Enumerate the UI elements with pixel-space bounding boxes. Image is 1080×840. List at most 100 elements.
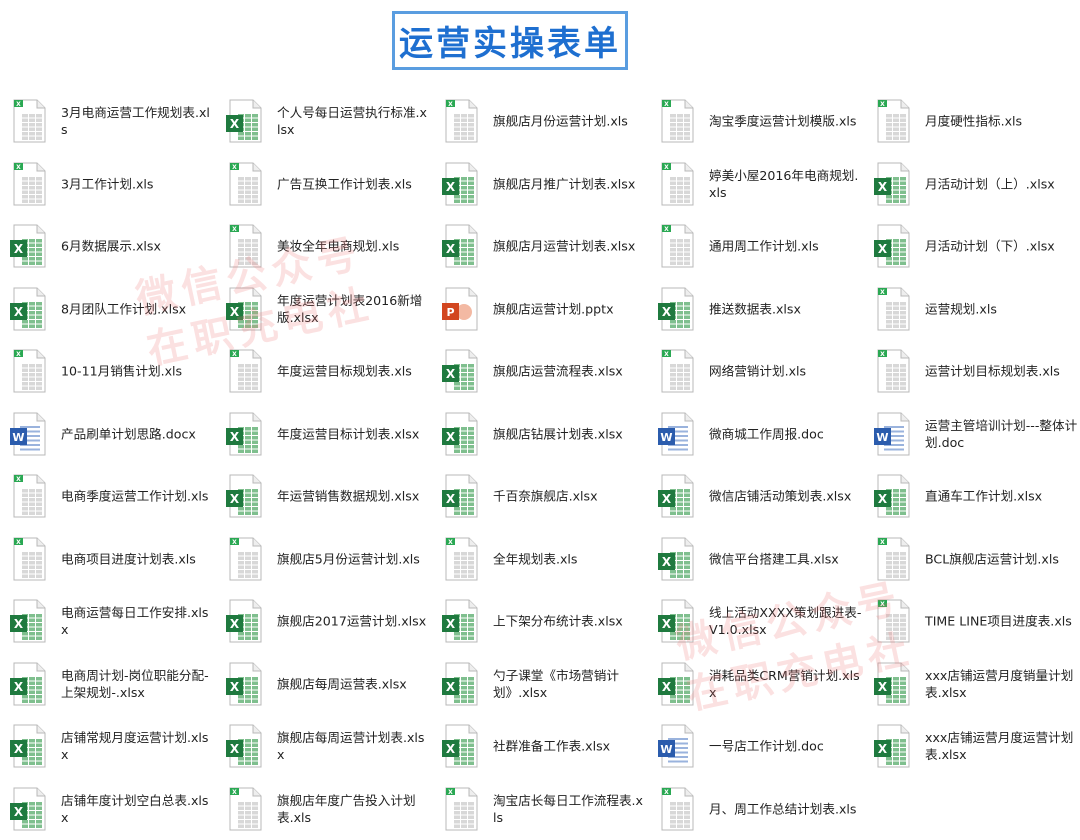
- file-item[interactable]: X上下架分布统计表.xlsx: [432, 590, 648, 653]
- file-item[interactable]: W产品刷单计划思路.docx: [0, 403, 216, 466]
- file-name: 通用周工作计划.xls: [709, 238, 862, 255]
- file-name: 年度运营目标规划表.xls: [277, 363, 430, 380]
- file-item[interactable]: X月活动计划（上）.xlsx: [864, 153, 1080, 216]
- file-item[interactable]: X旗舰店钻展计划表.xlsx: [432, 403, 648, 466]
- svg-text:X: X: [664, 101, 669, 108]
- svg-text:X: X: [880, 539, 885, 546]
- file-item[interactable]: X 3月工作计划.xls: [0, 153, 216, 216]
- file-item[interactable]: X年度运营计划表2016新增版.xlsx: [216, 278, 432, 341]
- file-item[interactable]: X电商运营每日工作安排.xlsx: [0, 590, 216, 653]
- file-item[interactable]: X旗舰店2017运营计划.xlsx: [216, 590, 432, 653]
- file-item[interactable]: X 旗舰店月份运营计划.xls: [432, 90, 648, 153]
- file-item[interactable]: Xxxx店铺运营月度销量计划表.xlsx: [864, 653, 1080, 716]
- file-name: 6月数据展示.xlsx: [61, 238, 214, 255]
- file-item[interactable]: X8月团队工作计划.xlsx: [0, 278, 216, 341]
- file-name: 淘宝季度运营计划模版.xls: [709, 113, 862, 130]
- svg-text:X: X: [446, 680, 456, 694]
- file-item[interactable]: X旗舰店运营流程表.xlsx: [432, 340, 648, 403]
- file-name: 旗舰店运营流程表.xlsx: [493, 363, 646, 380]
- file-item[interactable]: X店铺常规月度运营计划.xlsx: [0, 715, 216, 778]
- file-item[interactable]: X年度运营目标计划表.xlsx: [216, 403, 432, 466]
- file-item[interactable]: X运营规划.xls: [864, 278, 1080, 341]
- file-item[interactable]: X6月数据展示.xlsx: [0, 215, 216, 278]
- file-name: 旗舰店月份运营计划.xls: [493, 113, 646, 130]
- svg-text:X: X: [662, 305, 672, 319]
- file-name: 月、周工作总结计划表.xls: [709, 800, 862, 817]
- svg-text:X: X: [16, 164, 21, 171]
- file-item[interactable]: X旗舰店每周运营计划表.xlsx: [216, 715, 432, 778]
- file-name: 3月工作计划.xls: [61, 175, 214, 192]
- xls-file-icon: X: [10, 98, 48, 144]
- svg-text:X: X: [448, 539, 453, 546]
- file-item[interactable]: X3月电商运营工作规划表.xls: [0, 90, 216, 153]
- file-item[interactable]: X年运营销售数据规划.xlsx: [216, 465, 432, 528]
- excel-file-icon: X: [442, 411, 480, 457]
- file-name: 个人号每日运营执行标准.xlsx: [277, 104, 430, 138]
- file-item[interactable]: X推送数据表.xlsx: [648, 278, 864, 341]
- file-item[interactable]: W运营主管培训计划---整体计划.doc: [864, 403, 1080, 466]
- file-name: 旗舰店每周运营计划表.xlsx: [277, 729, 430, 763]
- file-name: 旗舰店5月份运营计划.xls: [277, 550, 430, 567]
- file-item[interactable]: X旗舰店每周运营表.xlsx: [216, 653, 432, 716]
- xls-file-icon: X: [874, 536, 912, 582]
- file-name: 社群准备工作表.xlsx: [493, 738, 646, 755]
- file-item[interactable]: X勺子课堂《市场营销计划》.xlsx: [432, 653, 648, 716]
- file-item[interactable]: X直通车工作计划.xlsx: [864, 465, 1080, 528]
- excel-file-icon: X: [874, 661, 912, 707]
- file-item[interactable]: X月度硬性指标.xls: [864, 90, 1080, 153]
- file-item[interactable]: X 个人号每日运营执行标准.xlsx: [216, 90, 432, 153]
- file-item[interactable]: X社群准备工作表.xlsx: [432, 715, 648, 778]
- excel-file-icon: X: [226, 98, 264, 144]
- file-name: 月度硬性指标.xls: [925, 113, 1078, 130]
- file-item[interactable]: X淘宝店长每日工作流程表.xls: [432, 778, 648, 840]
- file-item[interactable]: X婷美小屋2016年电商规划.xls: [648, 153, 864, 216]
- file-name: 网络营销计划.xls: [709, 363, 862, 380]
- file-item[interactable]: X月、周工作总结计划表.xls: [648, 778, 864, 840]
- file-name: 微商城工作周报.doc: [709, 425, 862, 442]
- excel-file-icon: X: [874, 473, 912, 519]
- file-item[interactable]: X月活动计划（下）.xlsx: [864, 215, 1080, 278]
- file-item[interactable]: X运营计划目标规划表.xls: [864, 340, 1080, 403]
- file-item[interactable]: X微信店铺活动策划表.xlsx: [648, 465, 864, 528]
- svg-text:W: W: [660, 743, 672, 756]
- file-item[interactable]: X10-11月销售计划.xls: [0, 340, 216, 403]
- file-item[interactable]: X广告互换工作计划表.xls: [216, 153, 432, 216]
- file-name: 店铺常规月度运营计划.xlsx: [61, 729, 214, 763]
- file-item[interactable]: X旗舰店年度广告投入计划表.xls: [216, 778, 432, 840]
- file-name: 月活动计划（上）.xlsx: [925, 175, 1078, 192]
- svg-text:X: X: [232, 789, 237, 796]
- file-item[interactable]: X旗舰店月运营计划表.xlsx: [432, 215, 648, 278]
- file-item[interactable]: X全年规划表.xls: [432, 528, 648, 591]
- file-item[interactable]: X BCL旗舰店运营计划.xls: [864, 528, 1080, 591]
- file-grid: X3月电商运营工作规划表.xlsX个人号每日运营执行标准.xlsxX旗舰店月份运…: [0, 90, 1080, 839]
- file-item[interactable]: P旗舰店运营计划.pptx: [432, 278, 648, 341]
- file-item[interactable]: X 淘宝季度运营计划模版.xls: [648, 90, 864, 153]
- file-item[interactable]: X旗舰店月推广计划表.xlsx: [432, 153, 648, 216]
- file-item[interactable]: X电商周计划-岗位职能分配-上架规划-.xlsx: [0, 653, 216, 716]
- file-item[interactable]: X美妆全年电商规划.xls: [216, 215, 432, 278]
- svg-text:X: X: [230, 492, 240, 506]
- file-item[interactable]: X电商项目进度计划表.xls: [0, 528, 216, 591]
- file-item[interactable]: X年度运营目标规划表.xls: [216, 340, 432, 403]
- file-item[interactable]: X通用周工作计划.xls: [648, 215, 864, 278]
- file-name: 运营主管培训计划---整体计划.doc: [925, 417, 1078, 451]
- file-item[interactable]: X店铺年度计划空白总表.xlsx: [0, 778, 216, 840]
- file-item[interactable]: W微商城工作周报.doc: [648, 403, 864, 466]
- file-name: BCL旗舰店运营计划.xls: [925, 550, 1078, 567]
- svg-text:X: X: [230, 117, 240, 131]
- file-item[interactable]: Xxxx店铺运营月度运营计划表.xlsx: [864, 715, 1080, 778]
- file-item[interactable]: X电商季度运营工作计划.xls: [0, 465, 216, 528]
- file-item[interactable]: X旗舰店5月份运营计划.xls: [216, 528, 432, 591]
- excel-file-icon: X: [226, 411, 264, 457]
- file-item[interactable]: XTIME LINE项目进度表.xls: [864, 590, 1080, 653]
- file-name: 店铺年度计划空白总表.xlsx: [61, 792, 214, 826]
- file-item[interactable]: X消耗品类CRM营销计划.xlsx: [648, 653, 864, 716]
- excel-file-icon: X: [442, 161, 480, 207]
- excel-file-icon: X: [442, 473, 480, 519]
- file-item[interactable]: X网络营销计划.xls: [648, 340, 864, 403]
- svg-text:X: X: [448, 101, 453, 108]
- file-item[interactable]: W一号店工作计划.doc: [648, 715, 864, 778]
- file-item[interactable]: X微信平台搭建工具.xlsx: [648, 528, 864, 591]
- file-item[interactable]: X线上活动XXXX策划跟进表-V1.0.xlsx: [648, 590, 864, 653]
- file-item[interactable]: X千百奈旗舰店.xlsx: [432, 465, 648, 528]
